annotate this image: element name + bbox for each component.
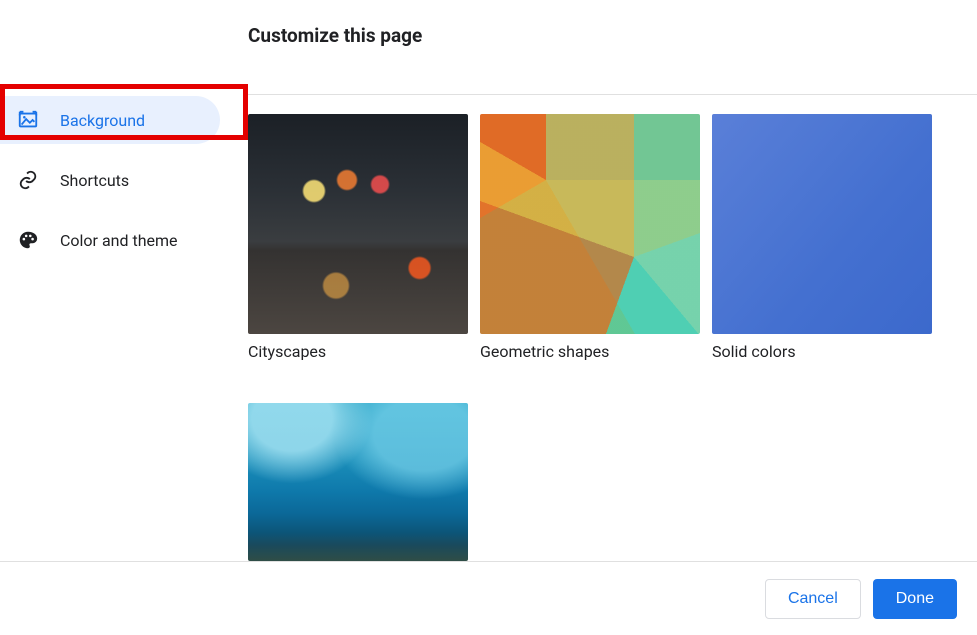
category-label: Cityscapes [248, 342, 468, 361]
category-label: Solid colors [712, 342, 932, 361]
done-button[interactable]: Done [873, 579, 957, 619]
category-thumb [248, 403, 468, 561]
category-tile-underwater[interactable] [248, 403, 468, 561]
sidebar: Background Shortcuts [0, 0, 248, 561]
page-title: Customize this page [248, 0, 977, 69]
image-icon [16, 108, 40, 132]
category-thumb [712, 114, 932, 334]
sidebar-item-color-theme[interactable]: Color and theme [0, 216, 248, 264]
background-category-grid: Cityscapes Geometric shapes Solid colors [248, 114, 957, 561]
cancel-button[interactable]: Cancel [765, 579, 861, 619]
category-tile-geometric[interactable]: Geometric shapes [480, 114, 700, 361]
category-thumb [248, 114, 468, 334]
category-tile-cityscapes[interactable]: Cityscapes [248, 114, 468, 361]
main-panel: Customize this page Cityscapes Geometric… [248, 0, 977, 561]
sidebar-item-background[interactable]: Background [0, 96, 220, 144]
sidebar-item-label: Shortcuts [60, 171, 129, 190]
divider [248, 94, 977, 95]
palette-icon [16, 228, 40, 252]
category-tile-solid-colors[interactable]: Solid colors [712, 114, 932, 361]
sidebar-item-label: Color and theme [60, 231, 178, 250]
sidebar-item-shortcuts[interactable]: Shortcuts [0, 156, 248, 204]
category-label: Geometric shapes [480, 342, 700, 361]
link-icon [16, 168, 40, 192]
sidebar-item-label: Background [60, 111, 145, 130]
dialog-footer: Cancel Done [0, 561, 977, 635]
category-thumb [480, 114, 700, 334]
